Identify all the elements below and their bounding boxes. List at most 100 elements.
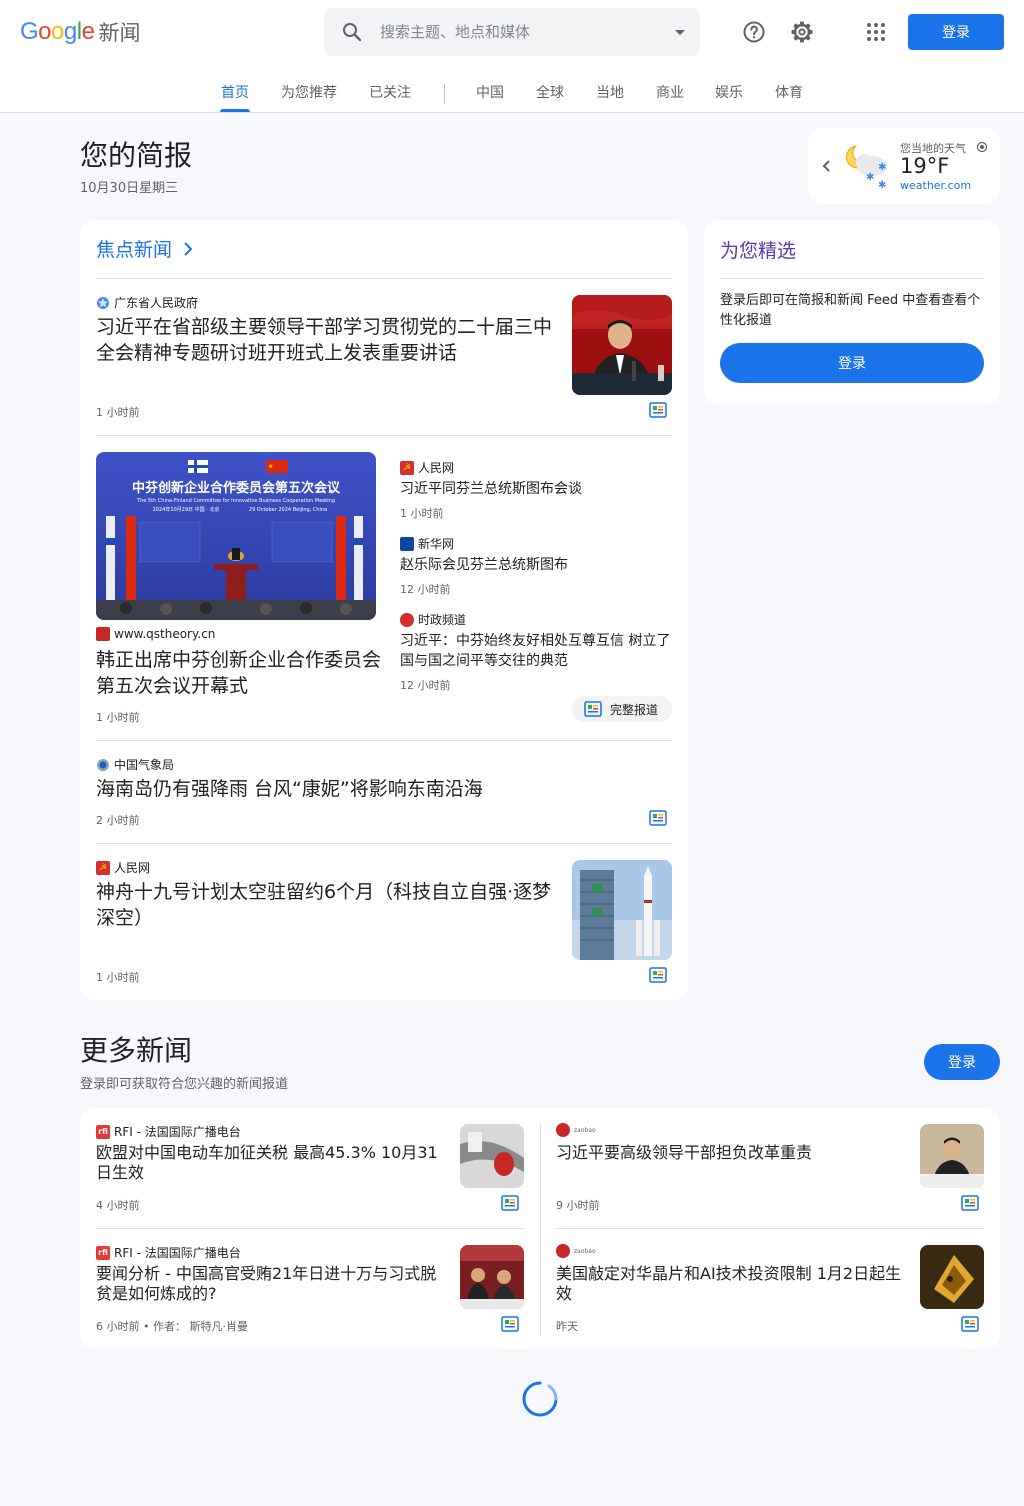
- tab-home[interactable]: 首页: [220, 72, 250, 112]
- story-thumbnail[interactable]: [460, 1245, 524, 1309]
- signin-button[interactable]: 登录: [908, 14, 1004, 50]
- svg-text:✱: ✱: [878, 180, 886, 190]
- rocket-launch-tower-image: [572, 860, 672, 960]
- story-headline[interactable]: 要闻分析 - 中国高官受贿21年日进十万与习式脱贫是如何炼成的?: [96, 1264, 446, 1304]
- story-large-image[interactable]: ★ 中芬创新企业合作委员会第五次会议 The 5th China-Finland…: [96, 452, 376, 620]
- column-divider: [540, 1124, 541, 1336]
- story-source[interactable]: zaobao: [556, 1244, 596, 1258]
- picks-text: 登录后即可在简报和新闻 Feed 中查看查看个性化报道: [720, 293, 981, 328]
- dropdown-caret-icon[interactable]: [668, 20, 692, 44]
- full-coverage-icon[interactable]: [649, 967, 667, 983]
- story-time: 1 小时前: [96, 971, 140, 984]
- tab-following[interactable]: 已关注: [368, 72, 412, 112]
- related-headline[interactable]: 赵乐际会见芬兰总统斯图布: [400, 555, 672, 575]
- full-coverage-icon[interactable]: [501, 1195, 519, 1211]
- story-headline[interactable]: 习近平在省部级主要领导干部学习贯彻党的二十届三中全会精神专题研讨班开班式上发表重…: [96, 314, 560, 366]
- search-input[interactable]: [380, 20, 660, 44]
- related-source[interactable]: ☭ 人民网: [400, 459, 454, 476]
- tab-china[interactable]: 中国: [475, 72, 505, 112]
- top-stories-title: 焦点新闻: [96, 239, 173, 261]
- loading-spinner-icon: [522, 1381, 558, 1417]
- related-source-name: 时政频道: [418, 613, 467, 627]
- tab-business[interactable]: 商业: [655, 72, 685, 112]
- people-daily-favicon-icon: ☭: [400, 460, 414, 475]
- related-source[interactable]: 时政频道: [400, 611, 466, 628]
- related-headline[interactable]: 习近平：中芬始终友好相处互尊互信 树立了国与国之间平等交往的典范: [400, 631, 676, 671]
- story-source[interactable]: ☭ 人民网: [96, 859, 150, 876]
- full-coverage-icon[interactable]: [961, 1195, 979, 1211]
- chevron-right-icon: [184, 241, 193, 256]
- tab-local[interactable]: 当地: [595, 72, 625, 112]
- story-source[interactable]: 广东省人民政府: [96, 294, 198, 311]
- weather-night-snow-icon: ✱ ✱ ✱: [845, 145, 887, 190]
- story-headline[interactable]: 习近平要高级领导干部担负改革重责: [556, 1143, 906, 1163]
- google-news-logo[interactable]: Google 新闻: [20, 16, 140, 48]
- zaobao-favicon-icon: [556, 1244, 570, 1258]
- story-source-name: 人民网: [114, 861, 151, 875]
- story-time: 9 小时前: [556, 1199, 600, 1212]
- tab-for-you[interactable]: 为您推荐: [280, 72, 338, 112]
- picks-signin-button[interactable]: 登录: [720, 343, 984, 383]
- logo-word: Google: [20, 18, 95, 45]
- zaobao-favicon-icon: [556, 1123, 570, 1137]
- divider: [96, 435, 672, 436]
- more-news-signin-button[interactable]: 登录: [924, 1044, 1000, 1080]
- politics-channel-favicon-icon: [400, 612, 414, 627]
- story-time: 昨天: [556, 1320, 578, 1333]
- story-thumbnail[interactable]: [920, 1245, 984, 1309]
- speaker-photo-image: [572, 295, 672, 395]
- briefing-title: 您的简报: [80, 139, 193, 172]
- weather-widget[interactable]: ✱ ✱ ✱ 您当地的天气 19°F weather.com: [808, 128, 1000, 204]
- related-source[interactable]: 新华网: [400, 535, 454, 552]
- help-button[interactable]: [738, 16, 770, 48]
- full-coverage-label: 完整报道: [610, 702, 659, 717]
- full-coverage-icon[interactable]: [501, 1316, 519, 1332]
- story-headline[interactable]: 神舟十九号计划太空驻留约6个月（科技自立自强·逐梦深空）: [96, 879, 560, 931]
- nav-tabs: 首页 为您推荐 已关注 中国 全球 当地 商业 娱乐 体育: [0, 72, 1024, 112]
- story-thumbnail[interactable]: [572, 860, 672, 960]
- story-thumbnail[interactable]: [572, 295, 672, 395]
- story-thumbnail[interactable]: [460, 1124, 524, 1188]
- story-source[interactable]: rfi RFI - 法国国际广播电台: [96, 1123, 241, 1140]
- divider: [556, 1228, 984, 1229]
- divider: [96, 843, 672, 844]
- story-source[interactable]: 中国气象局: [96, 756, 174, 773]
- weather-source-link[interactable]: weather.com: [900, 179, 971, 192]
- image-title-cn: 中芬创新企业合作委员会第五次会议: [132, 480, 341, 496]
- search-icon[interactable]: [340, 20, 364, 44]
- full-coverage-icon[interactable]: [961, 1316, 979, 1332]
- tab-world[interactable]: 全球: [535, 72, 565, 112]
- zaobao-logo-text: zaobao: [574, 1126, 596, 1134]
- full-coverage-icon[interactable]: [649, 402, 667, 418]
- weather-temp: 19°F: [900, 154, 950, 178]
- story-headline[interactable]: 海南岛仍有强降雨 台风“康妮”将影响东南沿海: [96, 776, 656, 802]
- story-headline[interactable]: 韩正出席中芬创新企业合作委员会第五次会议开幕式: [96, 647, 381, 699]
- story-source-name: RFI - 法国国际广播电台: [114, 1246, 241, 1260]
- people-daily-favicon-icon: ☭: [96, 860, 110, 875]
- top-stories-heading[interactable]: 焦点新闻: [96, 235, 198, 262]
- story-source[interactable]: rfi RFI - 法国国际广播电台: [96, 1244, 241, 1261]
- related-time: 12 小时前: [400, 583, 451, 596]
- apps-icon: [867, 23, 885, 41]
- story-source-name: www.qstheory.cn: [114, 627, 216, 641]
- story-source[interactable]: www.qstheory.cn: [96, 627, 215, 641]
- divider: [96, 740, 672, 741]
- more-news-subtitle: 登录即可获取符合您兴趣的新闻报道: [80, 1077, 289, 1092]
- story-time: 6 小时前 • 作者： 斯特凡·肖曼: [96, 1320, 248, 1333]
- story-headline[interactable]: 欧盟对中国电动车加征关税 最高45.3% 10月31日生效: [96, 1143, 446, 1183]
- search-box[interactable]: [324, 8, 700, 56]
- settings-button[interactable]: [786, 16, 818, 48]
- story-time: 4 小时前: [96, 1199, 140, 1212]
- apps-button[interactable]: [860, 16, 892, 48]
- story-source[interactable]: zaobao: [556, 1123, 596, 1137]
- chevron-left-icon[interactable]: [818, 156, 834, 176]
- story-headline[interactable]: 美国敲定对华晶片和AI技术投资限制 1月2日起生效: [556, 1264, 906, 1304]
- related-headline[interactable]: 习近平同芬兰总统斯图布会谈: [400, 479, 672, 499]
- tab-sports[interactable]: 体育: [774, 72, 804, 112]
- full-coverage-icon[interactable]: [649, 810, 667, 826]
- full-coverage-button[interactable]: 完整报道: [572, 696, 672, 722]
- image-date-cn: 2024年10月29日 中国 · 北京: [153, 506, 220, 513]
- tab-entertainment[interactable]: 娱乐: [714, 72, 744, 112]
- story-thumbnail[interactable]: [920, 1124, 984, 1188]
- chip-illustration-image: [920, 1245, 984, 1309]
